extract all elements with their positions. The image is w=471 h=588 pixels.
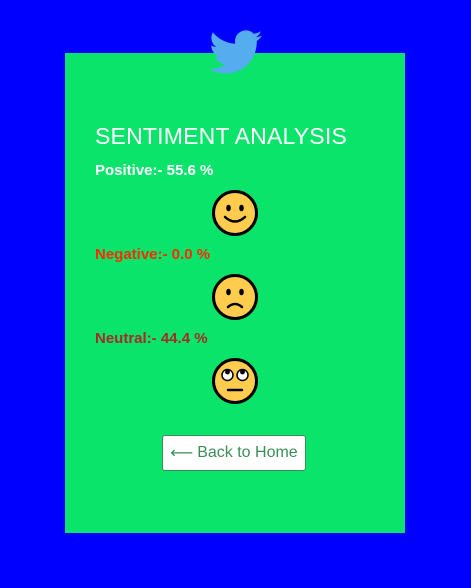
left-arrow-icon: ⟵ xyxy=(170,445,194,462)
negative-label: Negative:- 0.0 % xyxy=(95,246,211,263)
page-title: SENTIMENT ANALYSIS xyxy=(95,123,347,149)
back-to-home-label: Back to Home xyxy=(197,444,298,461)
smiling-face-icon xyxy=(212,190,258,236)
sentiment-card: SENTIMENT ANALYSIS Positive:- 55.6 % Neg… xyxy=(65,53,405,533)
twitter-bird-icon xyxy=(209,30,263,74)
positive-label: Positive:- 55.6 % xyxy=(95,162,214,179)
frowning-face-icon xyxy=(212,274,258,320)
back-to-home-button[interactable]: ⟵ Back to Home xyxy=(162,435,306,471)
eye-roll-face-icon xyxy=(212,358,258,404)
neutral-label: Neutral:- 44.4 % xyxy=(95,330,208,347)
